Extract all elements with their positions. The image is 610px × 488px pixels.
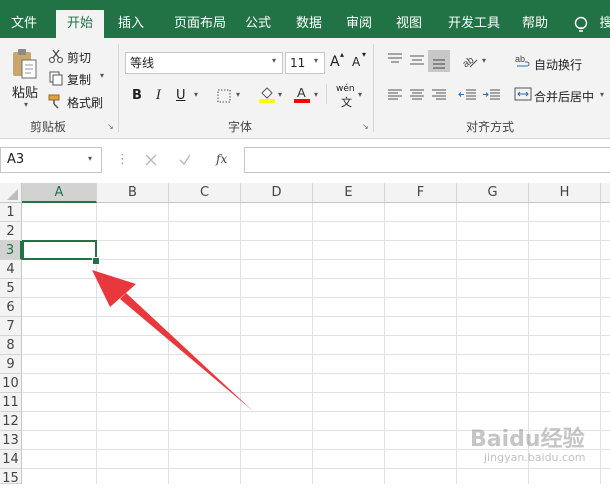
cancel-icon[interactable] — [144, 153, 158, 167]
format-painter-icon — [48, 94, 60, 109]
ribbon-tabs: 文件 开始 插入 页面布局 公式 数据 审阅 视图 开发工具 帮助 搜 — [0, 10, 610, 38]
tab-help[interactable]: 帮助 — [514, 10, 556, 38]
formula-input[interactable] — [244, 147, 610, 173]
tab-insert[interactable]: 插入 — [110, 10, 152, 38]
font-name-combo[interactable]: 等线 — [125, 52, 283, 74]
align-right-icon[interactable] — [430, 88, 448, 102]
phonetic-dropdown-icon[interactable]: ▾ — [358, 90, 362, 99]
tab-view[interactable]: 视图 — [388, 10, 430, 38]
enter-icon[interactable] — [178, 153, 192, 167]
tell-me-search[interactable]: 搜 — [596, 10, 610, 38]
align-top-icon[interactable] — [386, 52, 404, 66]
shrink-font-caret-icon: ▾ — [362, 50, 367, 59]
align-center-icon[interactable] — [408, 88, 426, 102]
watermark-logo: Baidu经验 — [470, 427, 585, 452]
svg-text:ab: ab — [515, 54, 525, 64]
ribbon-home: 粘贴 ▾ 剪切 复制 ▾ 格式刷 剪贴板 ↘ 等线 ▾ 11 ▾ A ▴ A ▾… — [0, 38, 610, 139]
svg-text:A: A — [297, 85, 306, 100]
merge-center-icon — [514, 87, 532, 101]
font-launcher-icon[interactable]: ↘ — [362, 122, 369, 131]
borders-icon[interactable] — [216, 88, 232, 104]
name-box[interactable]: A3 — [0, 147, 102, 173]
font-size-dropdown-icon[interactable]: ▾ — [314, 56, 318, 65]
font-size-combo[interactable]: 11 — [285, 52, 325, 74]
grow-font-caret-icon: ▴ — [340, 50, 345, 59]
cut-button[interactable]: 剪切 — [67, 49, 91, 66]
alignment-group-label: 对齐方式 — [466, 120, 515, 134]
tab-file[interactable]: 文件 — [0, 10, 48, 38]
fill-color-icon[interactable] — [258, 84, 276, 104]
name-box-dropdown-icon[interactable]: ▾ — [88, 154, 92, 163]
font-group-label: 字体 — [228, 120, 253, 134]
scissors-icon — [49, 49, 63, 63]
underline-dropdown-icon[interactable]: ▾ — [194, 90, 198, 99]
format-painter-button[interactable]: 格式刷 — [67, 94, 103, 111]
title-bar — [0, 0, 610, 10]
formula-bar: A3 ▾ ⋮ fx — [0, 139, 610, 183]
decrease-indent-icon[interactable] — [458, 88, 478, 102]
divider — [118, 44, 119, 132]
italic-button[interactable]: I — [156, 88, 161, 103]
divider — [373, 44, 374, 132]
wrap-text-button[interactable]: 自动换行 — [534, 56, 582, 73]
tab-developer[interactable]: 开发工具 — [440, 10, 508, 38]
align-left-icon[interactable] — [386, 88, 404, 102]
merge-center-button[interactable]: 合并后居中 — [534, 88, 594, 105]
clipboard-group-label: 剪贴板 — [30, 120, 67, 134]
copy-button[interactable]: 复制 — [67, 71, 91, 88]
paste-icon[interactable] — [10, 48, 38, 82]
paste-button[interactable]: 粘贴 — [12, 82, 38, 101]
merge-dropdown-icon[interactable]: ▾ — [600, 90, 604, 99]
tab-formulas[interactable]: 公式 — [238, 10, 278, 38]
watermark-url: jingyan.baidu.com — [484, 451, 586, 464]
worksheet-grid[interactable]: A B C D E F G H 1 2 3 4 5 6 7 8 9 10 11 … — [0, 183, 610, 486]
align-middle-icon[interactable] — [408, 54, 426, 68]
font-name-dropdown-icon[interactable]: ▾ — [272, 56, 276, 65]
font-color-dropdown-icon[interactable]: ▾ — [314, 90, 318, 99]
paste-dropdown-icon[interactable]: ▾ — [24, 100, 28, 109]
phonetic-guide-button[interactable]: wén — [336, 84, 355, 94]
align-bottom-button[interactable] — [428, 50, 450, 72]
orientation-icon[interactable]: ab — [460, 51, 480, 71]
wrap-text-icon: ab — [515, 54, 530, 67]
grow-font-button[interactable]: A — [330, 54, 340, 70]
copy-icon — [49, 71, 63, 86]
tab-data[interactable]: 数据 — [288, 10, 330, 38]
tab-review[interactable]: 审阅 — [338, 10, 380, 38]
tab-page-layout[interactable]: 页面布局 — [160, 10, 240, 38]
tab-home[interactable]: 开始 — [56, 10, 104, 38]
shrink-font-button[interactable]: A — [352, 55, 360, 69]
orientation-dropdown-icon[interactable]: ▾ — [482, 56, 486, 65]
clipboard-launcher-icon[interactable]: ↘ — [107, 122, 114, 131]
font-color-icon[interactable]: A — [293, 84, 311, 104]
divider — [326, 84, 327, 104]
insert-function-button[interactable]: fx — [216, 152, 227, 166]
lightbulb-icon[interactable] — [572, 15, 592, 35]
phonetic-wen-icon: 文 — [341, 96, 352, 109]
copy-dropdown-icon[interactable]: ▾ — [100, 71, 104, 80]
borders-dropdown-icon[interactable]: ▾ — [236, 90, 240, 99]
bold-button[interactable]: B — [132, 88, 142, 103]
increase-indent-icon[interactable] — [482, 88, 502, 102]
fill-color-dropdown-icon[interactable]: ▾ — [278, 90, 282, 99]
align-bottom-icon — [433, 59, 445, 69]
grip-icon: ⋮ — [116, 152, 129, 167]
underline-button[interactable]: U — [176, 88, 186, 103]
